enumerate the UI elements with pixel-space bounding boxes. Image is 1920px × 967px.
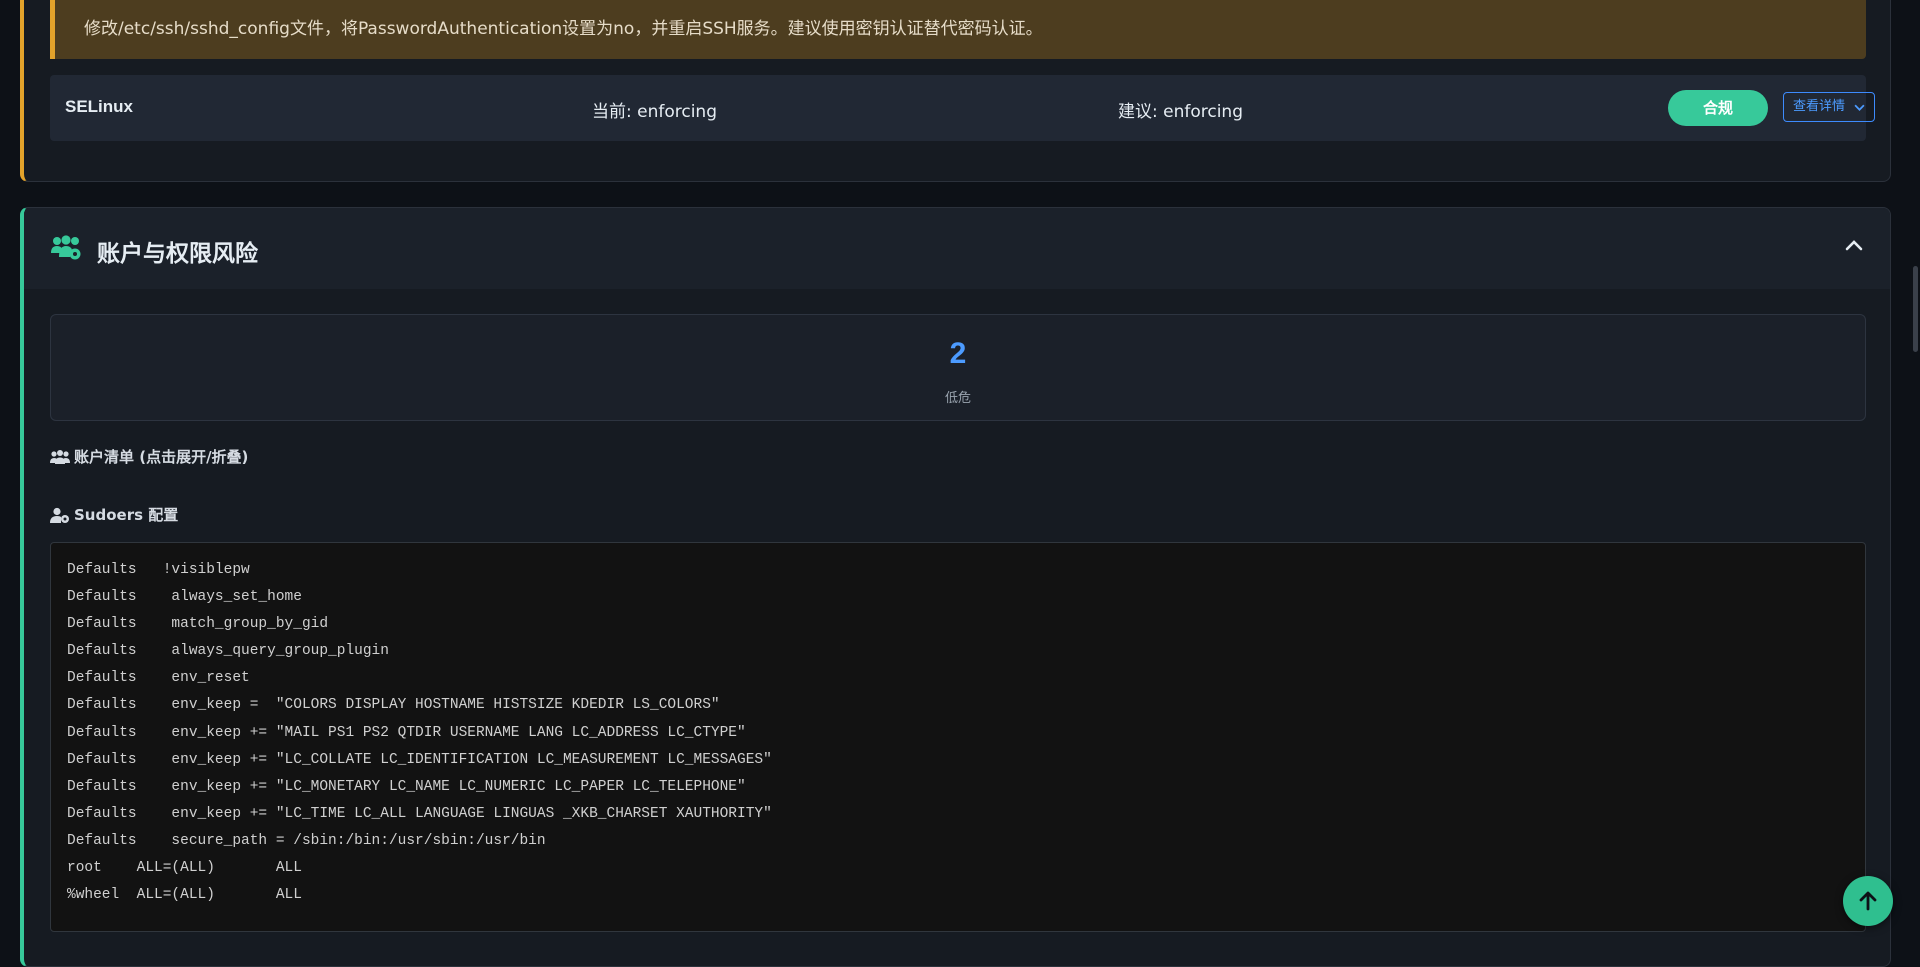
sudoers-line: Defaults secure_path = /sbin:/bin:/usr/s… bbox=[67, 832, 546, 849]
sudoers-label: Sudoers 配置 bbox=[74, 506, 179, 524]
scroll-to-top-button[interactable] bbox=[1843, 876, 1893, 926]
page-scrollbar[interactable] bbox=[1910, 0, 1920, 945]
risk-level-label: 低危 bbox=[944, 391, 971, 406]
check-name: SELinux bbox=[65, 97, 134, 116]
warning-text: 修改/etc/ssh/sshd_config文件，将PasswordAuthen… bbox=[84, 19, 1043, 39]
status-badge: 合规 bbox=[1668, 90, 1768, 126]
account-risk-card: 账户与权限风险 2 低危 账户清单 (点击展开/折叠) Sudoers 配置 D… bbox=[20, 207, 1891, 967]
account-list-label: 账户清单 (点击展开/折叠) bbox=[74, 448, 249, 466]
chevron-down-icon bbox=[1854, 104, 1865, 111]
remediation-warning: 修改/etc/ssh/sshd_config文件，将PasswordAuthen… bbox=[50, 0, 1866, 59]
view-details-button[interactable]: 查看详情 bbox=[1783, 92, 1875, 122]
check-row-selinux: SELinux 当前: enforcing 建议: enforcing 合规 查… bbox=[50, 75, 1875, 141]
user-cog-icon bbox=[50, 507, 69, 523]
scrollbar-thumb[interactable] bbox=[1913, 266, 1918, 352]
account-risk-header[interactable]: 账户与权限风险 bbox=[24, 208, 1890, 289]
sudoers-line: Defaults env_keep += "LC_COLLATE LC_IDEN… bbox=[67, 751, 772, 768]
sudoers-line: Defaults env_keep += "LC_MONETARY LC_NAM… bbox=[67, 778, 746, 795]
sudoers-heading: Sudoers 配置 bbox=[50, 504, 178, 525]
risk-count: 2 bbox=[949, 337, 967, 370]
security-check-card: 修改/etc/ssh/sshd_config文件，将PasswordAuthen… bbox=[20, 0, 1891, 182]
sudoers-line: Defaults match_group_by_gid bbox=[67, 616, 329, 633]
sudoers-line: Defaults always_set_home bbox=[67, 589, 302, 606]
sudoers-line: Defaults env_keep += "MAIL PS1 PS2 QTDIR… bbox=[67, 724, 746, 741]
view-details-label: 查看详情 bbox=[1793, 99, 1846, 114]
sudoers-code-block: Defaults !visiblepw Defaults always_set_h… bbox=[50, 542, 1866, 932]
risk-stat-box: 2 低危 bbox=[50, 314, 1866, 421]
sudoers-line: Defaults env_reset bbox=[67, 670, 250, 687]
arrow-up-icon bbox=[1859, 891, 1877, 911]
chevron-up-icon[interactable] bbox=[1844, 238, 1864, 252]
sudoers-line: Defaults env_keep += "LC_TIME LC_ALL LAN… bbox=[67, 805, 772, 822]
users-icon bbox=[50, 449, 70, 464]
check-recommended-value: 建议: enforcing bbox=[1118, 102, 1244, 122]
sudoers-line: %wheel ALL=(ALL) ALL bbox=[67, 887, 302, 904]
users-cog-icon bbox=[51, 235, 81, 260]
sudoers-line: Defaults always_query_group_plugin bbox=[67, 643, 389, 660]
sudoers-line: Defaults env_keep = "COLORS DISPLAY HOST… bbox=[67, 697, 720, 714]
account-list-toggle[interactable]: 账户清单 (点击展开/折叠) bbox=[50, 446, 248, 467]
check-current-value: 当前: enforcing bbox=[592, 102, 718, 122]
section-title: 账户与权限风险 bbox=[97, 241, 258, 267]
sudoers-line: root ALL=(ALL) ALL bbox=[67, 860, 302, 877]
sudoers-line: Defaults !visiblepw bbox=[67, 562, 250, 578]
